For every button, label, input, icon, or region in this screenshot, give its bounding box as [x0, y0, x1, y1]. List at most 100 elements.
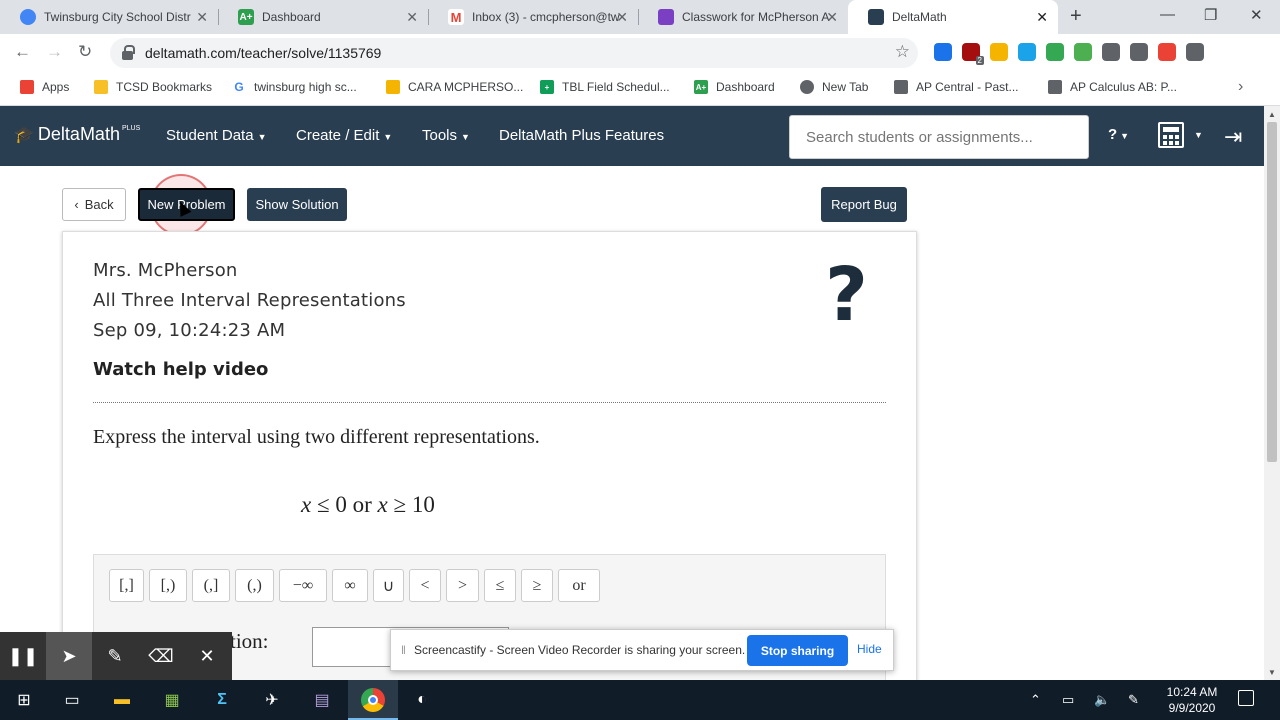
close-tab-icon[interactable]: ✕	[616, 9, 628, 26]
help-menu[interactable]: ? ▼	[1108, 126, 1129, 143]
logout-icon[interactable]: ⇥	[1224, 124, 1242, 150]
window-close-icon[interactable]: ✕	[1250, 6, 1263, 24]
bookmark-tcsd[interactable]: TCSD Bookmarks	[94, 80, 212, 94]
close-tab-icon[interactable]: ✕	[826, 9, 838, 26]
palette-or-button[interactable]: or	[558, 569, 600, 602]
menu-student-data[interactable]: Student Data ▼	[166, 127, 266, 144]
bookmarks-overflow-chevron-icon[interactable]: ›	[1238, 78, 1243, 96]
bookmark-tbl-field[interactable]: + TBL Field Schedul...	[540, 80, 670, 94]
tab-deltamath[interactable]: DeltaMath ✕	[848, 0, 1058, 34]
palette-open-open-button[interactable]: (,)	[235, 569, 274, 602]
scroll-up-icon[interactable]: ▲	[1268, 110, 1276, 119]
close-tab-icon[interactable]: ✕	[196, 9, 208, 26]
close-tab-icon[interactable]: ✕	[406, 9, 418, 26]
menu-label: Create / Edit	[296, 127, 380, 144]
palette-closed-open-button[interactable]: [,)	[149, 569, 187, 602]
pen-icon[interactable]: ✎	[92, 632, 138, 680]
pen-tray-icon[interactable]: ✎	[1128, 692, 1139, 708]
scrollbar-thumb[interactable]	[1267, 122, 1277, 462]
menu-tools[interactable]: Tools ▼	[422, 127, 470, 144]
divider	[93, 402, 886, 403]
hide-share-bar-button[interactable]: Hide	[857, 642, 882, 656]
palette-open-closed-button[interactable]: (,]	[192, 569, 230, 602]
system-clock[interactable]: 10:24 AM 9/9/2020	[1160, 684, 1224, 716]
search-input[interactable]	[789, 115, 1089, 159]
windows-start-icon[interactable]: ⊞	[12, 688, 36, 712]
tab-dashboard[interactable]: A+ Dashboard ✕	[218, 0, 428, 34]
diamond-extension-icon[interactable]	[1018, 43, 1036, 61]
problem-card: Mrs. McPherson All Three Interval Repres…	[62, 231, 917, 694]
new-tab-plus-icon[interactable]: +	[1070, 5, 1082, 28]
apps-grid-icon	[20, 80, 34, 94]
tab-classroom[interactable]: Classwork for McPherson A ✕	[638, 0, 848, 34]
gmail-favicon-icon: M	[448, 9, 464, 25]
show-solution-button[interactable]: Show Solution	[247, 188, 347, 221]
question-mark-icon[interactable]: ?	[825, 258, 868, 332]
app-icon[interactable]: ▦	[160, 688, 184, 712]
tab-twinsburg[interactable]: Twinsburg City School Distr ✕	[0, 0, 218, 34]
drag-handle-icon[interactable]: ‖	[401, 643, 406, 657]
stop-sharing-button[interactable]: Stop sharing	[747, 635, 848, 666]
restore-icon[interactable]: ❐	[1204, 6, 1217, 24]
volume-icon[interactable]: 🔈	[1094, 692, 1110, 708]
palette-union-button[interactable]: ∪	[373, 569, 404, 602]
close-tab-icon[interactable]: ✕	[1036, 9, 1048, 26]
forward-arrow-icon[interactable]: →	[46, 42, 63, 62]
sigma-app-icon[interactable]: Σ	[210, 688, 234, 712]
pause-icon[interactable]: ❚❚	[0, 632, 46, 680]
close-toolbar-icon[interactable]: ✕	[184, 632, 230, 680]
feather-app-icon[interactable]: ✈	[260, 688, 284, 712]
page-scrollbar[interactable]: ▲ ▼	[1264, 106, 1280, 680]
tray-overflow-icon[interactable]: ⌃	[1030, 692, 1041, 708]
screen-share-bar: ‖ Screencastify - Screen Video Recorder …	[390, 629, 894, 671]
battery-icon[interactable]: ▭	[1062, 692, 1074, 708]
thumbs-up-extension-icon[interactable]	[990, 43, 1008, 61]
task-view-icon[interactable]: ▭	[60, 688, 84, 712]
palette-neg-infinity-button[interactable]: −∞	[279, 569, 327, 602]
calculator-caret-icon[interactable]: ▼	[1194, 130, 1203, 140]
download-extension-icon[interactable]	[1074, 43, 1092, 61]
palette-less-than-button[interactable]: <	[409, 569, 441, 602]
minimize-icon[interactable]: —	[1160, 6, 1175, 23]
palette-closed-closed-button[interactable]: [,]	[109, 569, 144, 602]
mute-extension-icon[interactable]	[1102, 43, 1120, 61]
scroll-down-icon[interactable]: ▼	[1268, 668, 1276, 677]
back-button[interactable]: ‹ Back	[62, 188, 126, 221]
report-bug-button[interactable]: Report Bug	[821, 187, 907, 222]
palette-greater-equal-button[interactable]: ≥	[521, 569, 553, 602]
reload-icon[interactable]: ↻	[78, 42, 92, 62]
bookmark-apps[interactable]: Apps	[20, 80, 69, 94]
address-bar[interactable]: deltamath.com/teacher/solve/1135769 ☆	[110, 38, 918, 68]
bookmark-ap-central[interactable]: AP Central - Past...	[894, 80, 1019, 94]
bookmark-dashboard[interactable]: A+ Dashboard	[694, 80, 775, 94]
screencast-app-icon[interactable]: ◐	[410, 688, 434, 712]
tab-gmail[interactable]: M Inbox (3) - cmcpherson@tw ✕	[428, 0, 638, 34]
calculator-icon[interactable]	[1158, 122, 1184, 148]
watch-help-video-link[interactable]: Watch help video	[93, 359, 268, 380]
bookmark-cara[interactable]: CARA MCPHERSO...	[386, 80, 523, 94]
file-explorer-icon[interactable]: ▬	[110, 688, 134, 712]
back-arrow-icon[interactable]: ←	[14, 42, 31, 62]
bookmark-twinsburg-high[interactable]: Gtwinsburg high sc...	[232, 80, 357, 94]
menu-create-edit[interactable]: Create / Edit ▼	[296, 127, 392, 144]
puzzle-extension-icon[interactable]	[1186, 43, 1204, 61]
menu-label: Student Data	[166, 127, 254, 144]
menu-plus-features[interactable]: DeltaMath Plus Features	[499, 127, 664, 144]
deltamath-logo[interactable]: 🎓 DeltaMath PLUS	[14, 124, 140, 145]
badge-extension-icon[interactable]: 2	[962, 43, 984, 65]
pointer-icon[interactable]: ➤	[46, 632, 92, 680]
chrome-icon[interactable]	[361, 688, 385, 712]
screencastify-extension-icon[interactable]	[1046, 43, 1064, 61]
notifications-icon[interactable]	[1238, 690, 1254, 706]
bookmark-new-tab[interactable]: New Tab	[800, 80, 868, 94]
bookmark-star-icon[interactable]: ☆	[895, 42, 910, 62]
eraser-icon[interactable]: ⌫	[138, 632, 184, 680]
palette-greater-than-button[interactable]: >	[446, 569, 479, 602]
palette-less-equal-button[interactable]: ≤	[484, 569, 516, 602]
palette-infinity-button[interactable]: ∞	[332, 569, 368, 602]
onenote-app-icon[interactable]: ▤	[310, 688, 334, 712]
pin-extension-icon[interactable]	[1130, 43, 1148, 61]
shield-extension-icon[interactable]	[934, 43, 952, 61]
record-extension-icon[interactable]	[1158, 43, 1176, 61]
bookmark-ap-calculus[interactable]: AP Calculus AB: P...	[1048, 80, 1177, 94]
